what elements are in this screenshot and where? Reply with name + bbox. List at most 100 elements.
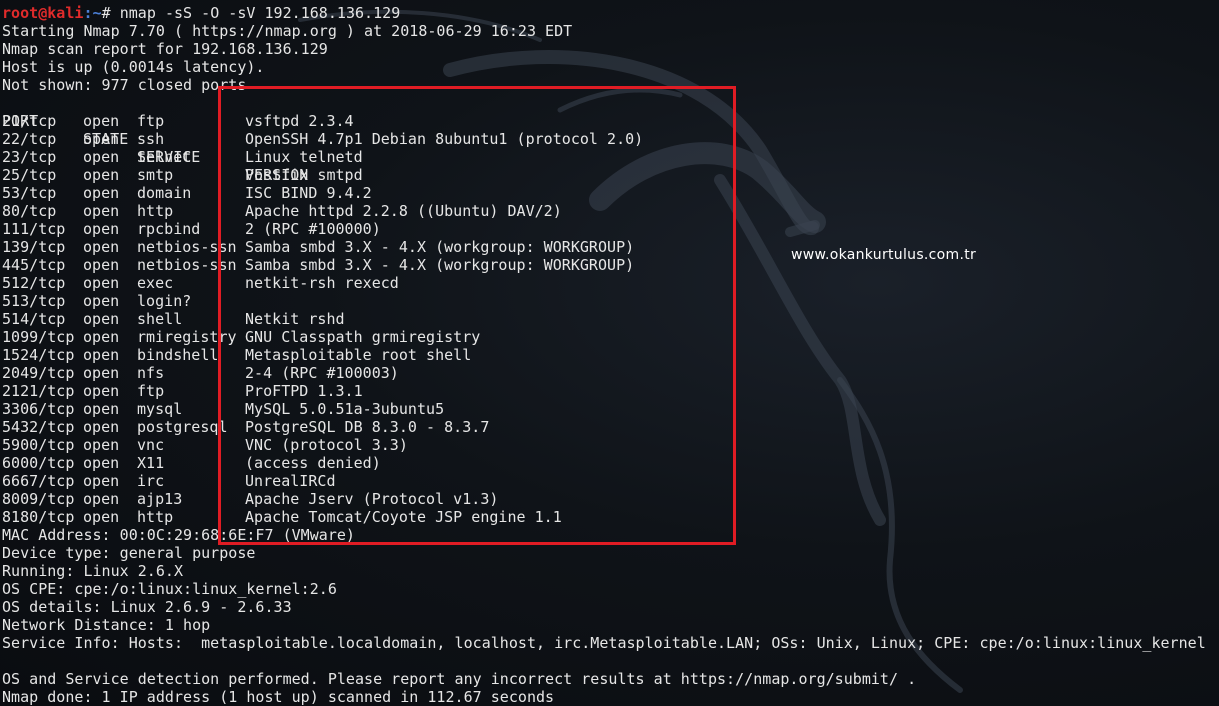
state-cell: open <box>83 166 120 184</box>
state-cell: open <box>83 310 120 328</box>
version-cell: Apache Jserv (Protocol v1.3) <box>245 490 499 508</box>
version-cell: vsftpd 2.3.4 <box>245 112 354 130</box>
port-cell: 139/tcp <box>2 238 66 256</box>
port-cell: 513/tcp <box>2 292 66 310</box>
version-cell: (access denied) <box>245 454 381 472</box>
state-cell: open <box>83 382 120 400</box>
prompt-symbol: # <box>101 4 120 22</box>
service-cell: http <box>137 508 174 526</box>
version-cell: netkit-rsh rexecd <box>245 274 399 292</box>
state-cell: open <box>83 256 120 274</box>
state-cell: open <box>83 112 120 130</box>
output-line: OS CPE: cpe:/o:linux:linux_kernel:2.6 <box>2 580 337 598</box>
service-cell: irc <box>137 472 165 490</box>
service-cell: nfs <box>137 364 165 382</box>
port-cell: 2049/tcp <box>2 364 75 382</box>
output-line: Service Info: Hosts: metasploitable.loca… <box>2 634 1206 652</box>
state-cell: open <box>83 346 120 364</box>
port-cell: 8009/tcp <box>2 490 75 508</box>
service-cell: exec <box>137 274 174 292</box>
port-cell: 22/tcp <box>2 130 57 148</box>
version-cell: Apache httpd 2.2.8 ((Ubuntu) DAV/2) <box>245 202 562 220</box>
output-line: Nmap scan report for 192.168.136.129 <box>2 40 328 58</box>
service-cell: ssh <box>137 130 165 148</box>
service-cell: mysql <box>137 400 183 418</box>
service-cell: shell <box>137 310 183 328</box>
port-cell: 5432/tcp <box>2 418 75 436</box>
version-cell: UnrealIRCd <box>245 472 336 490</box>
prompt-line[interactable]: root@kali:~# nmap -sS -O -sV 192.168.136… <box>2 4 400 22</box>
port-cell: 21/tcp <box>2 112 57 130</box>
port-cell: 6667/tcp <box>2 472 75 490</box>
port-cell: 8180/tcp <box>2 508 75 526</box>
port-cell: 512/tcp <box>2 274 66 292</box>
state-cell: open <box>83 436 120 454</box>
port-cell: 111/tcp <box>2 220 66 238</box>
version-cell: ProFTPD 1.3.1 <box>245 382 363 400</box>
version-cell: Postfix smtpd <box>245 166 363 184</box>
service-cell: ajp13 <box>137 490 183 508</box>
version-cell: VNC (protocol 3.3) <box>245 436 408 454</box>
version-cell: Metasploitable root shell <box>245 346 472 364</box>
service-cell: bindshell <box>137 346 219 364</box>
port-cell: 514/tcp <box>2 310 66 328</box>
prompt-path: :~ <box>83 4 102 22</box>
service-cell: http <box>137 202 174 220</box>
service-cell: X11 <box>137 454 165 472</box>
version-cell: MySQL 5.0.51a-3ubuntu5 <box>245 400 445 418</box>
version-cell: Linux telnetd <box>245 148 363 166</box>
state-cell: open <box>83 238 120 256</box>
service-cell: netbios-ssn <box>137 238 237 256</box>
state-cell: open <box>83 364 120 382</box>
port-cell: 2121/tcp <box>2 382 75 400</box>
command-text[interactable]: nmap -sS -O -sV 192.168.136.129 <box>120 4 401 22</box>
state-cell: open <box>83 148 120 166</box>
service-cell: postgresql <box>137 418 228 436</box>
version-cell: Samba smbd 3.X - 4.X (workgroup: WORKGRO… <box>245 238 635 256</box>
state-cell: open <box>83 130 120 148</box>
service-cell: domain <box>137 184 192 202</box>
output-line: Nmap done: 1 IP address (1 host up) scan… <box>2 688 555 706</box>
version-cell: ISC BIND 9.4.2 <box>245 184 372 202</box>
prompt-user: root@kali <box>2 4 84 22</box>
state-cell: open <box>83 490 120 508</box>
state-cell: open <box>83 274 120 292</box>
service-cell: rmiregistry <box>137 328 237 346</box>
port-cell: 1524/tcp <box>2 346 75 364</box>
table-header: PORT STATE SERVICE VERSION <box>2 94 308 184</box>
port-cell: 3306/tcp <box>2 400 75 418</box>
state-cell: open <box>83 202 120 220</box>
output-line: OS and Service detection performed. Plea… <box>2 670 917 688</box>
port-cell: 445/tcp <box>2 256 66 274</box>
state-cell: open <box>83 418 120 436</box>
state-cell: open <box>83 184 120 202</box>
version-cell: Netkit rshd <box>245 310 345 328</box>
output-line: Device type: general purpose <box>2 544 256 562</box>
state-cell: open <box>83 454 120 472</box>
terminal-window[interactable]: root@kali:~# nmap -sS -O -sV 192.168.136… <box>0 0 1219 706</box>
version-cell: Apache Tomcat/Coyote JSP engine 1.1 <box>245 508 562 526</box>
version-cell: 2 (RPC #100000) <box>245 220 381 238</box>
port-cell: 23/tcp <box>2 148 57 166</box>
version-cell: 2-4 (RPC #100003) <box>245 364 399 382</box>
port-cell: 5900/tcp <box>2 436 75 454</box>
service-cell: netbios-ssn <box>137 256 237 274</box>
output-line: OS details: Linux 2.6.9 - 2.6.33 <box>2 598 292 616</box>
version-cell: Samba smbd 3.X - 4.X (workgroup: WORKGRO… <box>245 256 635 274</box>
version-cell: PostgreSQL DB 8.3.0 - 8.3.7 <box>245 418 490 436</box>
port-cell: 1099/tcp <box>2 328 75 346</box>
service-cell: ftp <box>137 382 165 400</box>
state-cell: open <box>83 328 120 346</box>
port-cell: 25/tcp <box>2 166 57 184</box>
watermark: www.okankurtulus.com.tr <box>791 247 977 263</box>
output-line: Host is up (0.0014s latency). <box>2 58 265 76</box>
output-line: Starting Nmap 7.70 ( https://nmap.org ) … <box>2 22 573 40</box>
state-cell: open <box>83 220 120 238</box>
version-cell: OpenSSH 4.7p1 Debian 8ubuntu1 (protocol … <box>245 130 644 148</box>
state-cell: open <box>83 400 120 418</box>
version-cell: GNU Classpath grmiregistry <box>245 328 481 346</box>
state-cell: open <box>83 508 120 526</box>
service-cell: rpcbind <box>137 220 201 238</box>
output-line: Not shown: 977 closed ports <box>2 76 247 94</box>
port-cell: 6000/tcp <box>2 454 75 472</box>
